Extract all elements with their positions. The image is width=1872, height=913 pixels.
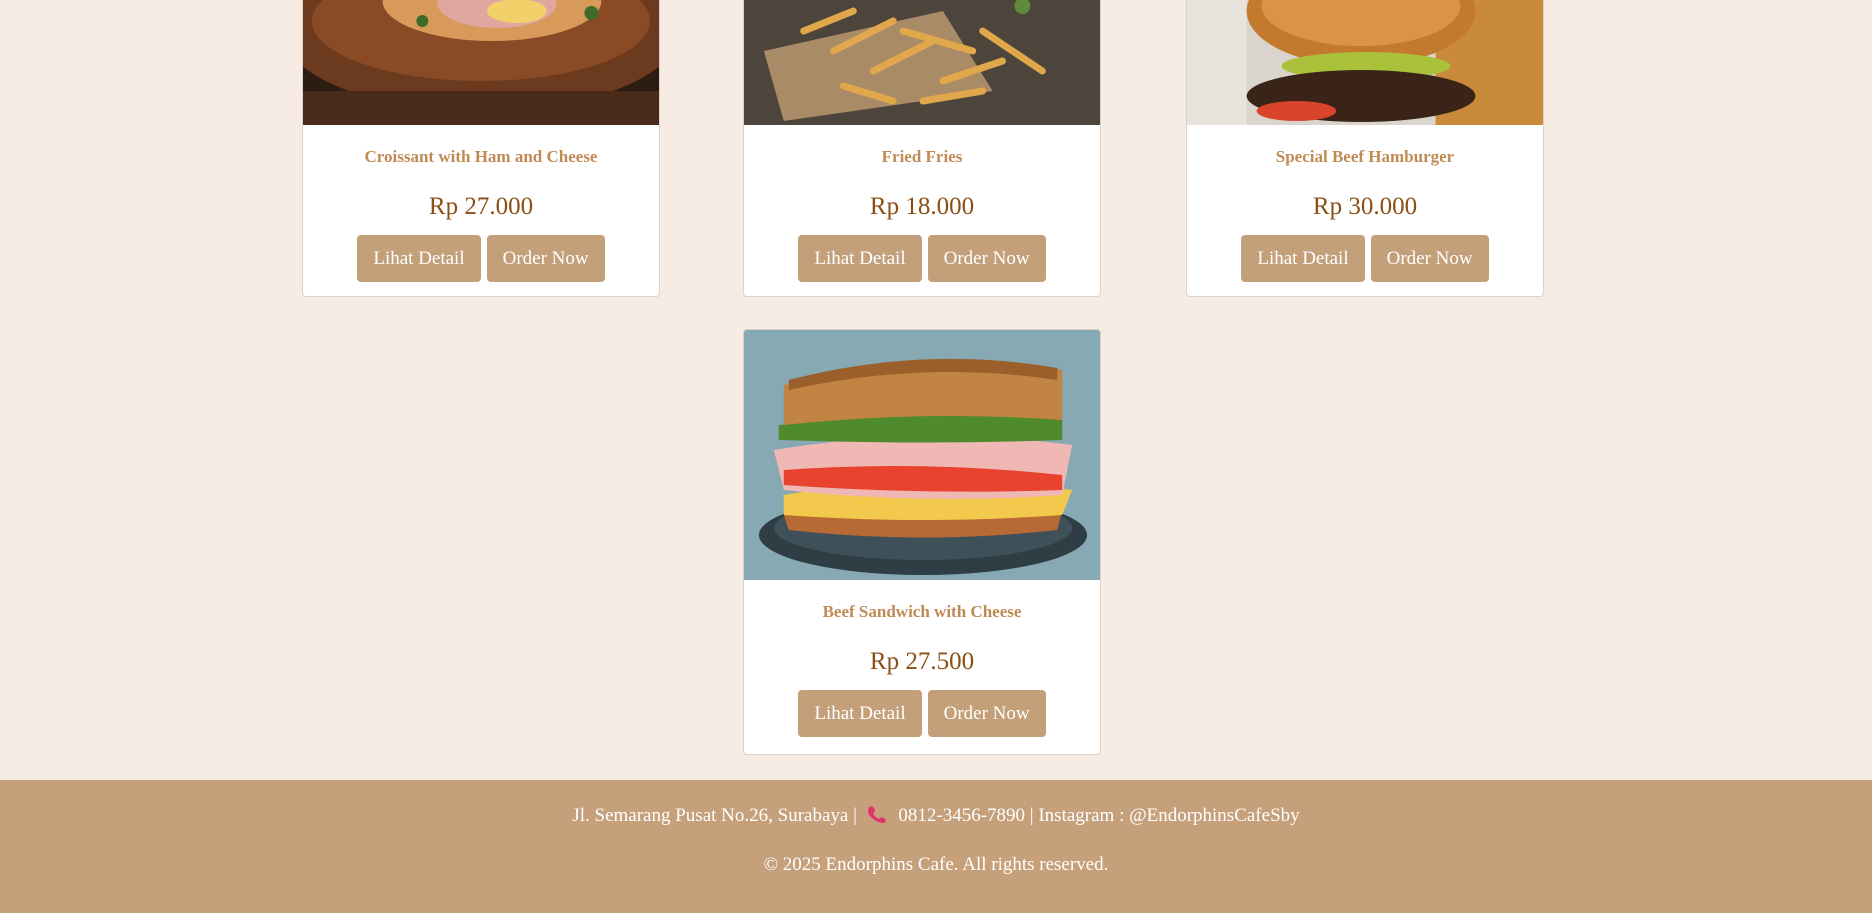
- order-now-button[interactable]: Order Now: [927, 235, 1046, 282]
- product-image-fries: [744, 0, 1100, 125]
- product-price: Rp 30.000: [1312, 193, 1418, 220]
- order-now-button[interactable]: Order Now: [486, 235, 605, 282]
- product-image-hamburger: [1187, 0, 1543, 125]
- footer: Jl. Semarang Pusat No.26, Surabaya | 081…: [0, 780, 1872, 913]
- footer-phone: 0812-3456-7890: [898, 805, 1026, 826]
- order-now-button[interactable]: Order Now: [1370, 235, 1489, 282]
- product-name: Fried Fries: [881, 147, 963, 166]
- product-card: Fried Fries Rp 18.000 Lihat Detail Order…: [743, 0, 1101, 297]
- product-price: Rp 27.000: [428, 193, 534, 220]
- product-image-sandwich: [744, 330, 1100, 580]
- footer-contact: Jl. Semarang Pusat No.26, Surabaya | 081…: [0, 804, 1872, 827]
- product-name: Special Beef Hamburger: [1275, 147, 1455, 166]
- product-price: Rp 18.000: [869, 193, 975, 220]
- product-image-croissant: [303, 0, 659, 125]
- phone-icon: [866, 804, 888, 824]
- lihat-detail-button[interactable]: Lihat Detail: [1241, 235, 1365, 282]
- product-card: Special Beef Hamburger Rp 30.000 Lihat D…: [1186, 0, 1544, 297]
- product-name: Beef Sandwich with Cheese: [822, 602, 1022, 621]
- footer-address: Jl. Semarang Pusat No.26, Surabaya |: [572, 805, 857, 826]
- product-price: Rp 27.500: [869, 648, 975, 675]
- footer-instagram: | Instagram : @EndorphinsCafeSby: [1029, 805, 1300, 826]
- lihat-detail-button[interactable]: Lihat Detail: [798, 690, 922, 737]
- lihat-detail-button[interactable]: Lihat Detail: [357, 235, 481, 282]
- product-card: Beef Sandwich with Cheese Rp 27.500 Liha…: [743, 329, 1101, 755]
- footer-copyright: © 2025 Endorphins Cafe. All rights reser…: [763, 854, 1109, 875]
- product-name: Croissant with Ham and Cheese: [364, 147, 598, 166]
- lihat-detail-button[interactable]: Lihat Detail: [798, 235, 922, 282]
- product-card: Croissant with Ham and Cheese Rp 27.000 …: [302, 0, 660, 297]
- order-now-button[interactable]: Order Now: [927, 690, 1046, 737]
